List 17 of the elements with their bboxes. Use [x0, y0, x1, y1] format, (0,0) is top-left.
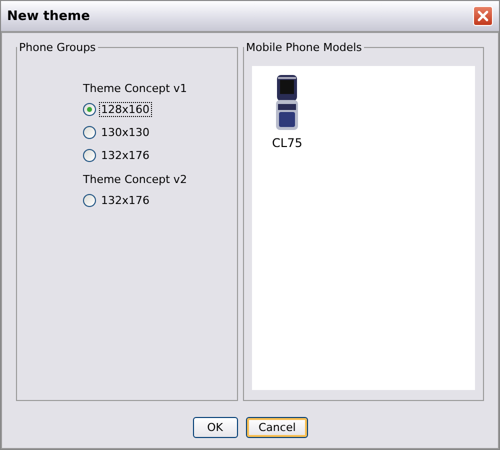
group-label: Theme Concept v2: [83, 173, 187, 186]
radio-option[interactable]: 132x176: [83, 189, 152, 212]
close-button[interactable]: [473, 6, 493, 26]
radio-button[interactable]: [83, 126, 96, 139]
ok-button[interactable]: OK: [192, 417, 238, 438]
radio-button[interactable]: [83, 103, 96, 116]
group-title: Mobile Phone Models: [245, 41, 363, 54]
close-icon: [477, 10, 489, 22]
radio-button[interactable]: [83, 149, 96, 162]
radio-option[interactable]: 132x176: [83, 144, 152, 167]
cancel-button[interactable]: Cancel: [246, 417, 308, 438]
radio-button[interactable]: [83, 194, 96, 207]
group-title: Phone Groups: [18, 41, 97, 54]
model-label: CL75: [272, 136, 302, 150]
window-title: New theme: [7, 8, 90, 24]
radio-option[interactable]: 130x130: [83, 121, 152, 144]
group-label: Theme Concept v1: [83, 82, 187, 95]
